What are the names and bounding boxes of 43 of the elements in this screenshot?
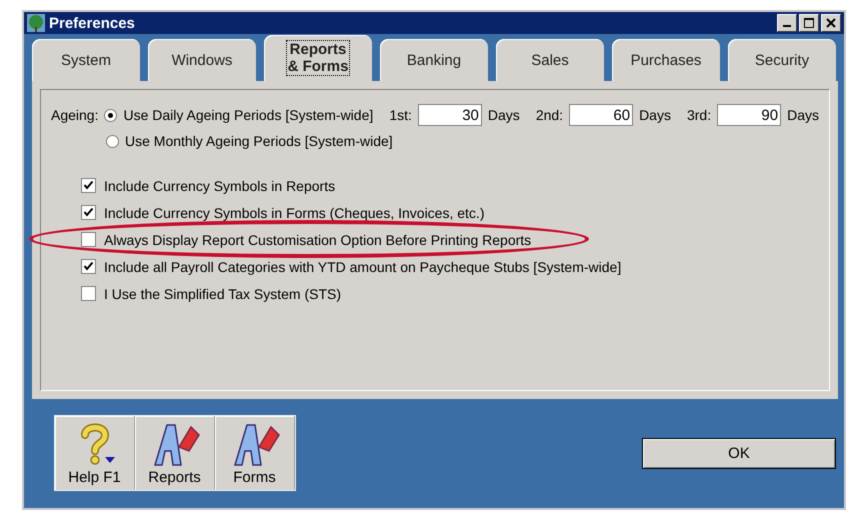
tab[interactable]: Sales <box>496 39 604 81</box>
checkbox[interactable] <box>81 232 96 247</box>
toolbar-button[interactable]: Reports <box>135 416 215 490</box>
close-button[interactable] <box>821 14 841 32</box>
period-label: 3rd: <box>686 107 712 123</box>
days-unit: Days <box>488 107 520 123</box>
radio-button[interactable] <box>104 108 118 122</box>
tab[interactable]: Purchases <box>612 39 720 81</box>
option-label: I Use the Simplified Tax System (STS) <box>104 286 342 302</box>
tab[interactable]: Reports & Forms <box>264 35 372 81</box>
days-unit: Days <box>639 107 671 123</box>
window-title: Preferences <box>49 14 136 32</box>
option-label: Include Currency Symbols in Forms (Cheques, Invoices, etc.) <box>104 204 484 220</box>
minimize-button[interactable] <box>777 14 797 32</box>
days-unit: Days <box>787 107 819 123</box>
option-label: Include all Payroll Categories with YTD amount on Paycheque Stubs [System-wide] <box>104 258 622 274</box>
radio-button[interactable] <box>106 134 119 148</box>
minimize-icon <box>783 25 791 27</box>
option-label: Include Currency Symbols in Reports <box>104 178 336 194</box>
checkbox[interactable] <box>81 259 96 274</box>
ageing-label: Ageing: <box>51 107 98 123</box>
tab[interactable]: Banking <box>380 39 488 81</box>
option-label: Always Display Report Customisation Option Before Printing Reports <box>104 232 532 248</box>
tab[interactable]: Security <box>728 39 836 81</box>
toolbar-button[interactable]: Help F1 <box>55 416 135 490</box>
days-field[interactable]: 90 <box>717 104 782 126</box>
toolbar-button[interactable]: Forms <box>215 416 295 490</box>
tab[interactable]: System <box>32 39 140 81</box>
days-field[interactable]: 30 <box>418 104 482 126</box>
close-icon <box>826 18 836 28</box>
radio-label: Use Monthly Ageing Periods [System-wide] <box>125 133 393 149</box>
tab[interactable]: Windows <box>148 39 256 81</box>
ok-button[interactable]: OK <box>642 438 836 469</box>
checkbox[interactable] <box>81 178 96 193</box>
maximize-button[interactable] <box>799 14 819 32</box>
checkbox[interactable] <box>81 286 96 301</box>
period-label: 2nd: <box>536 107 564 123</box>
checkbox[interactable] <box>81 205 96 220</box>
maximize-icon <box>804 18 814 28</box>
days-field[interactable]: 60 <box>569 104 634 126</box>
tree-icon <box>27 14 45 32</box>
period-label: 1st: <box>389 107 412 123</box>
radio-label: Use Daily Ageing Periods [System-wide] <box>123 107 374 123</box>
